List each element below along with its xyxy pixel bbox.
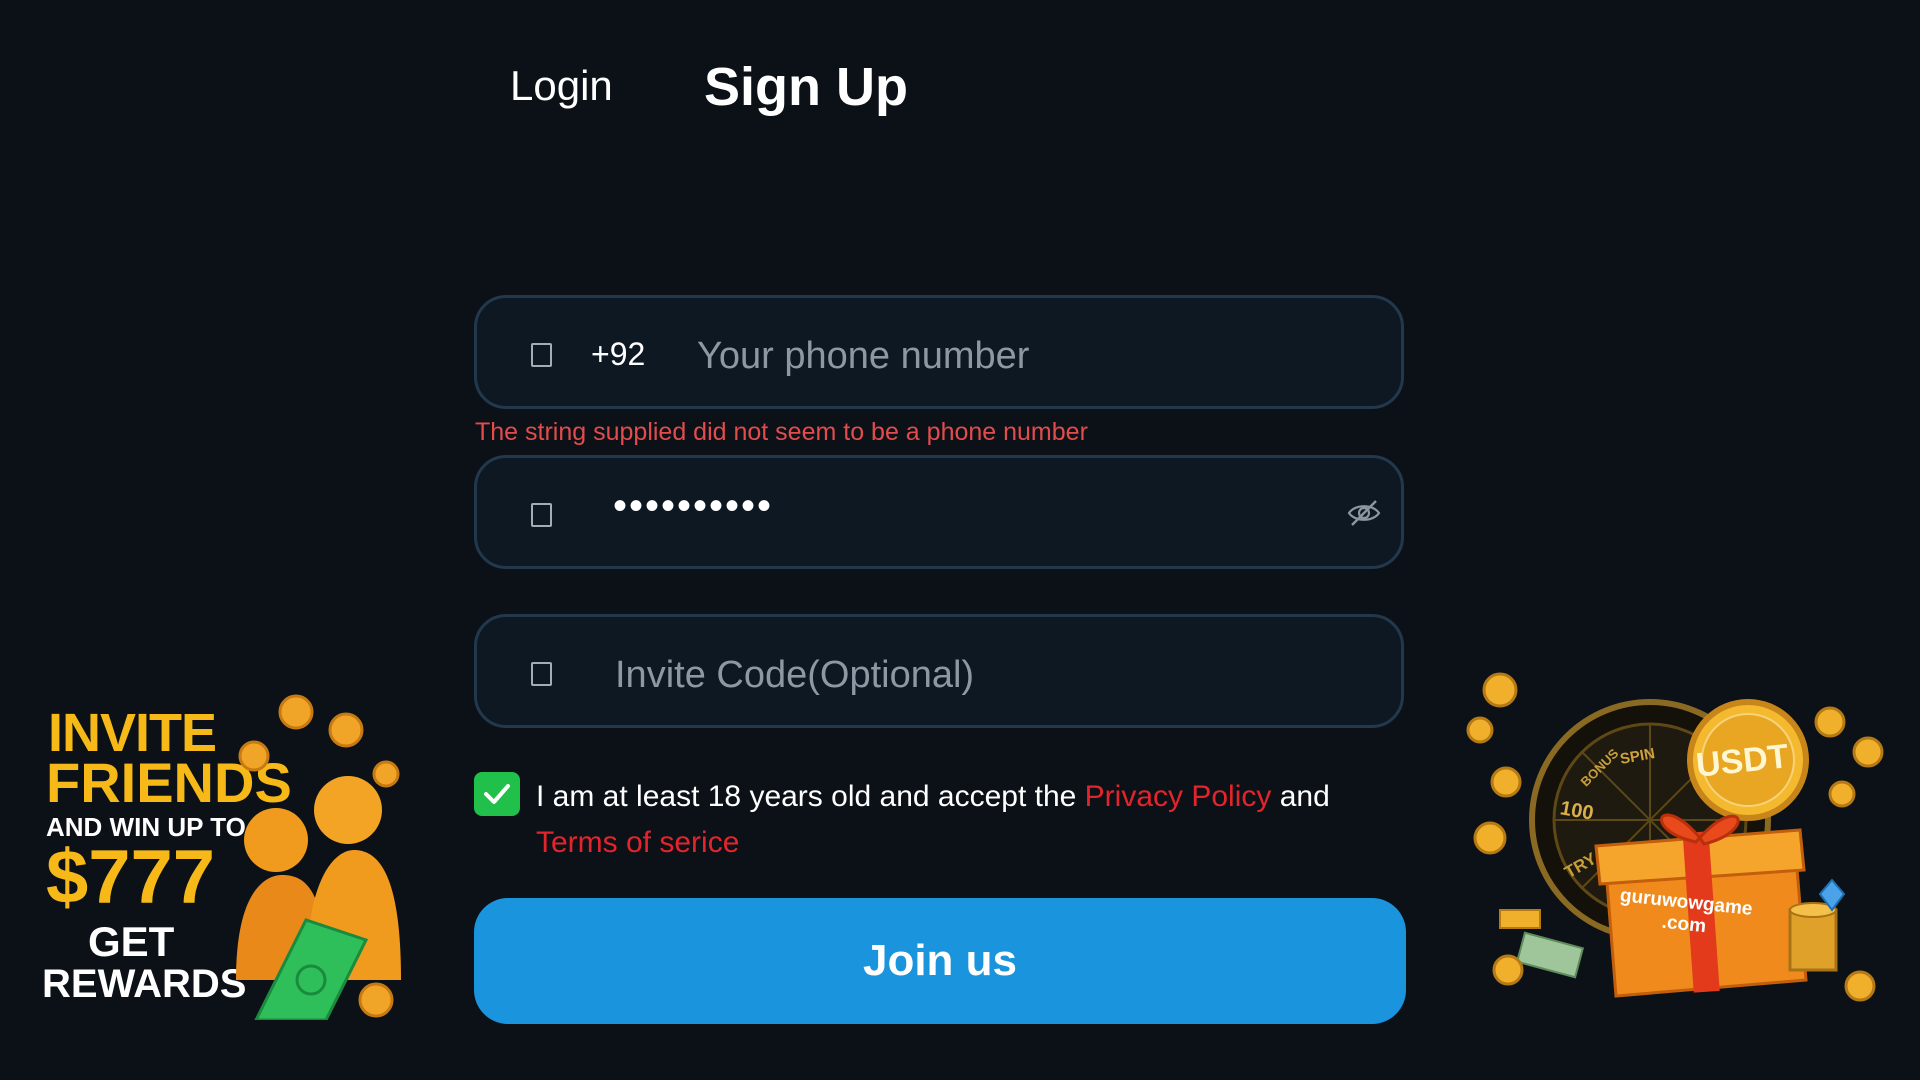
agreement-checkbox[interactable]: [474, 772, 520, 816]
phone-error-message: The string supplied did not seem to be a…: [475, 418, 1088, 446]
gift-code-icon: [531, 662, 552, 686]
phone-field[interactable]: +92: [474, 295, 1404, 409]
gift-wheel-illustration: [1466, 672, 1884, 1002]
eye-off-icon[interactable]: [1347, 498, 1381, 528]
promo-line-rewards: REWARDS: [42, 962, 247, 1006]
friends-illustration: [236, 694, 401, 1020]
agreement-text: I am at least 18 years old and accept th…: [536, 774, 1416, 866]
promo-amount: $777: [46, 835, 216, 920]
promo-line-get: GET: [88, 918, 175, 965]
lock-icon: [531, 503, 552, 527]
tab-signup[interactable]: Sign Up: [704, 56, 908, 118]
phone-icon: [531, 343, 552, 367]
phone-input[interactable]: [695, 320, 1379, 392]
promo-banner-right: SPIN BONUS 100 TRY USDT guruwowgame .com: [1460, 670, 1900, 1020]
promo-banner-left: INVITE FRIENDS AND WIN UP TO $777 GET RE…: [30, 690, 430, 1020]
privacy-policy-link[interactable]: Privacy Policy: [1085, 780, 1272, 813]
gift-site-line2: .com: [1660, 911, 1708, 938]
invite-code-field[interactable]: [474, 614, 1404, 728]
join-us-button[interactable]: Join us: [474, 898, 1406, 1024]
password-field[interactable]: ••••••••••: [474, 455, 1404, 569]
signup-page: Login Sign Up +92 The string supplied di…: [0, 0, 1920, 1080]
agreement-and: and: [1271, 780, 1330, 813]
country-code[interactable]: +92: [591, 336, 645, 373]
terms-link[interactable]: Terms of serice: [536, 826, 739, 859]
checkmark-icon: [484, 784, 510, 804]
agreement-prefix: I am at least 18 years old and accept th…: [536, 780, 1085, 813]
invite-code-input[interactable]: [613, 639, 1377, 711]
password-input[interactable]: ••••••••••: [613, 484, 773, 529]
tab-login[interactable]: Login: [510, 62, 613, 110]
